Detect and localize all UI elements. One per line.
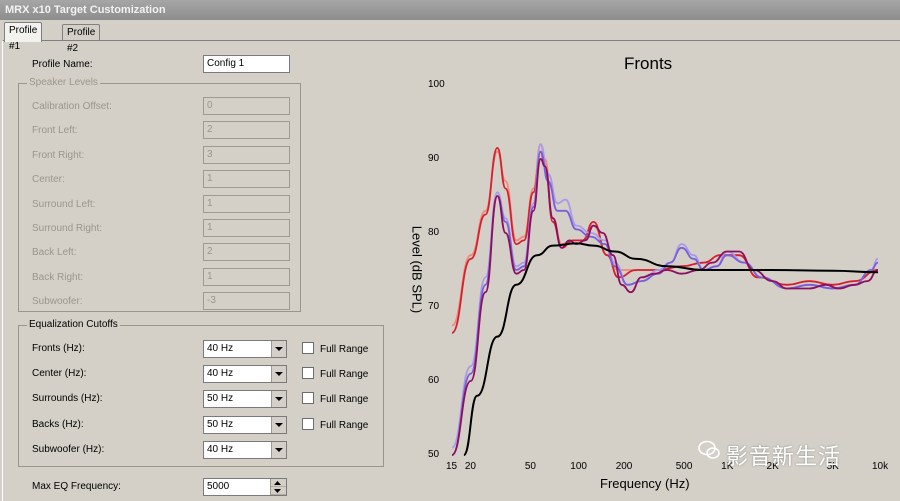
- speaker-level-label: Front Right:: [32, 149, 85, 161]
- eq-cutoffs-title: Equalization Cutoffs: [27, 319, 120, 330]
- eq-cutoff-select[interactable]: 40 Hz: [203, 440, 287, 459]
- eq-cutoff-select[interactable]: 40 Hz: [203, 365, 287, 384]
- full-range-label: Full Range: [320, 344, 369, 355]
- speaker-level-label: Surround Right:: [32, 223, 103, 234]
- spin-up-button[interactable]: [271, 479, 286, 487]
- eq-cutoff-value: 50 Hz: [207, 393, 234, 405]
- speaker-level-label: Subwoofer:: [32, 296, 83, 308]
- eq-cutoff-label: Fronts (Hz):: [32, 343, 85, 354]
- spin-down-button[interactable]: [271, 487, 286, 495]
- x-tick-label: 10k: [872, 461, 889, 472]
- speaker-levels-title: Speaker Levels: [27, 77, 100, 88]
- x-tick-label: 15: [446, 461, 458, 472]
- x-tick-label: 500: [675, 461, 693, 472]
- full-range-checkbox[interactable]: [302, 342, 314, 354]
- eq-cutoff-label: Subwoofer (Hz):: [32, 443, 105, 455]
- tab-profile-2[interactable]: Profile #2: [62, 24, 101, 54]
- full-range-checkbox[interactable]: [302, 392, 314, 405]
- watermark-text: 影音新生活: [726, 445, 842, 470]
- speaker-level-input[interactable]: 1: [203, 194, 290, 213]
- profile-name-label: Profile Name:: [32, 59, 93, 70]
- x-tick-label: 50: [524, 461, 536, 472]
- window-title: MRX x10 Target Customization: [0, 0, 900, 20]
- eq-cutoff-label: Surrounds (Hz):: [32, 393, 103, 405]
- eq-cutoff-label: Backs (Hz):: [32, 418, 84, 430]
- x-axis-label: Frequency (Hz): [600, 476, 690, 491]
- y-axis-label: Level (dB SPL): [409, 225, 425, 314]
- speaker-level-input[interactable]: 0: [203, 97, 290, 115]
- y-tick-label: 80: [428, 227, 440, 238]
- max-eq-label: Max EQ Frequency:: [32, 481, 121, 492]
- max-eq-spinner[interactable]: 5000: [203, 478, 287, 496]
- eq-cutoff-value: 50 Hz: [207, 418, 234, 430]
- speaker-level-label: Calibration Offset:: [32, 101, 112, 112]
- wechat-icon: [698, 440, 720, 459]
- speaker-level-label: Surround Left:: [32, 198, 96, 210]
- full-range-label: Full Range: [320, 419, 369, 431]
- eq-cutoff-select[interactable]: 50 Hz: [203, 415, 287, 434]
- y-tick-label: 100: [428, 79, 445, 90]
- speaker-level-input[interactable]: 3: [203, 145, 290, 164]
- chevron-down-icon[interactable]: [271, 366, 286, 383]
- chevron-down-icon[interactable]: [271, 441, 286, 458]
- chart-title: Fronts: [624, 54, 673, 73]
- eq-cutoff-select[interactable]: 50 Hz: [203, 390, 287, 409]
- tab-profile-1[interactable]: Profile #1: [4, 22, 43, 52]
- y-tick-label: 50: [428, 449, 440, 460]
- eq-cutoff-value: 40 Hz: [207, 343, 234, 354]
- full-range-checkbox[interactable]: [302, 417, 314, 430]
- speaker-level-label: Back Right:: [32, 271, 84, 283]
- full-range-checkbox[interactable]: [302, 367, 314, 380]
- max-eq-value: 5000: [207, 481, 230, 492]
- speaker-level-input[interactable]: 2: [203, 243, 290, 262]
- chevron-down-icon[interactable]: [271, 391, 286, 408]
- x-tick-label: 20: [464, 461, 476, 472]
- full-range-label: Full Range: [320, 394, 369, 406]
- full-range-label: Full Range: [320, 369, 369, 381]
- eq-cutoff-label: Center (Hz):: [32, 368, 87, 380]
- y-tick-label: 60: [428, 375, 440, 386]
- speaker-level-input[interactable]: 1: [203, 267, 290, 286]
- profile-name-input[interactable]: Config 1: [203, 55, 290, 73]
- y-tick-label: 70: [428, 301, 440, 312]
- speaker-level-label: Front Left:: [32, 125, 78, 137]
- chevron-down-icon[interactable]: [271, 341, 286, 357]
- chevron-down-icon[interactable]: [271, 416, 286, 433]
- eq-cutoff-select[interactable]: 40 Hz: [203, 340, 287, 358]
- eq-cutoff-value: 40 Hz: [207, 443, 234, 455]
- x-tick-label: 100: [570, 461, 587, 472]
- speaker-level-input[interactable]: 1: [203, 219, 290, 237]
- speaker-level-label: Back Left:: [32, 247, 77, 259]
- x-tick-label: 200: [615, 461, 633, 472]
- y-tick-label: 90: [428, 153, 440, 164]
- speaker-level-input[interactable]: 2: [203, 121, 290, 140]
- eq-cutoff-value: 40 Hz: [207, 368, 234, 380]
- speaker-level-input[interactable]: -3: [203, 292, 290, 311]
- speaker-level-label: Center:: [32, 174, 65, 186]
- speaker-level-input[interactable]: 1: [203, 170, 290, 189]
